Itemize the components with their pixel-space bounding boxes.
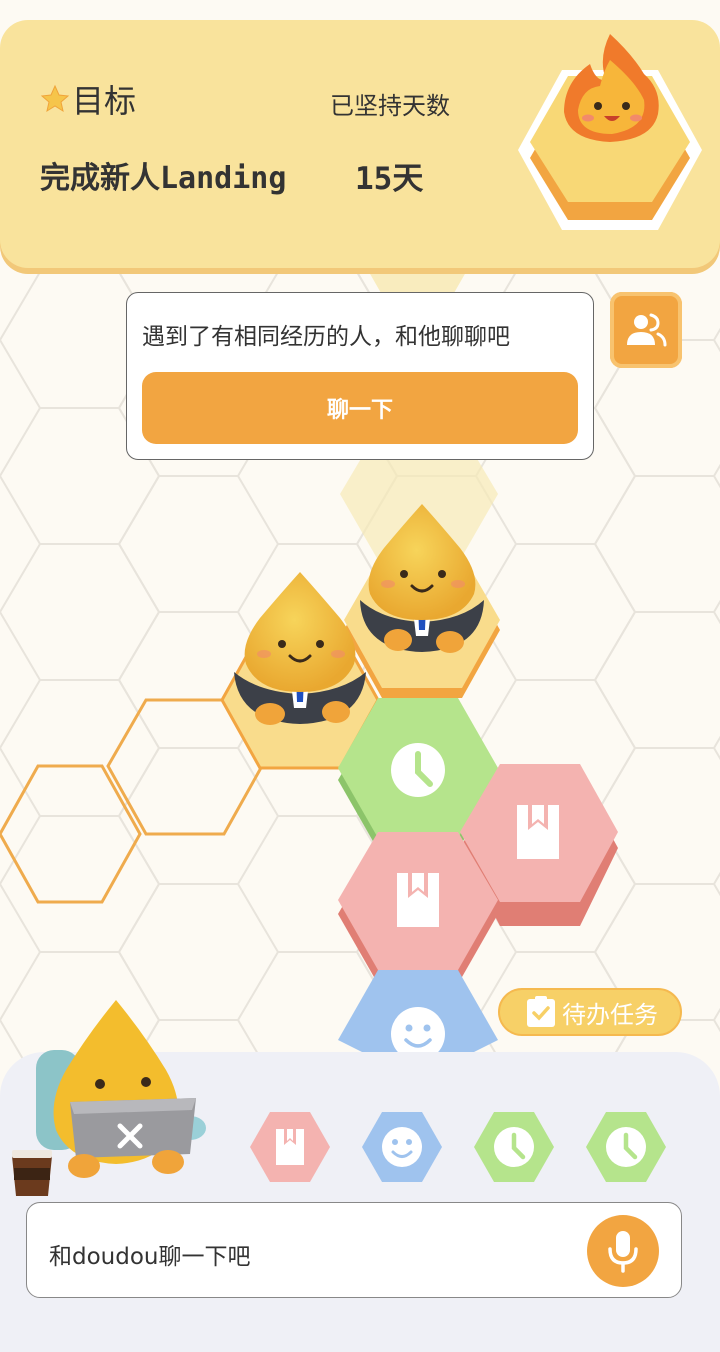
- microphone-icon: [608, 1231, 638, 1273]
- chat-input-placeholder[interactable]: 和doudou聊一下吧: [49, 1237, 251, 1271]
- clock-icon: [494, 1127, 534, 1167]
- voice-input-button[interactable]: [587, 1215, 659, 1287]
- goal-text: 完成新人Landing: [40, 161, 287, 196]
- coffee-cup-icon: [12, 1150, 52, 1196]
- chat-input-bar[interactable]: 和doudou聊一下吧: [26, 1202, 682, 1298]
- people-icon: [627, 313, 667, 347]
- todo-tasks-button[interactable]: 待办任务: [498, 988, 682, 1036]
- days-label: 已坚持天数: [330, 92, 450, 120]
- star-icon: [40, 84, 70, 113]
- days-value: 15天: [355, 161, 424, 197]
- bookmark-icon: [517, 805, 559, 859]
- doudou-laptop-mascot: [12, 1000, 206, 1196]
- clock-icon: [391, 743, 445, 797]
- quick-action-clock[interactable]: [584, 1110, 668, 1184]
- goal-title-row: 目标: [40, 76, 136, 122]
- bookmark-icon: [276, 1129, 304, 1165]
- smile-icon: [382, 1127, 422, 1167]
- start-chat-button[interactable]: 聊一下: [142, 372, 578, 444]
- quick-action-smile[interactable]: [360, 1110, 444, 1184]
- goal-title: 目标: [72, 82, 137, 120]
- quick-action-bookmark[interactable]: [248, 1110, 332, 1184]
- flame-mascot-icon: [518, 34, 702, 230]
- quick-action-clock[interactable]: [472, 1110, 556, 1184]
- match-prompt-text: 遇到了有相同经历的人，和他聊聊吧: [142, 324, 510, 350]
- clock-icon: [606, 1127, 646, 1167]
- todo-tasks-label: 待办任务: [562, 1000, 658, 1029]
- checklist-icon: [527, 996, 555, 1027]
- contacts-button[interactable]: [610, 292, 682, 368]
- bookmark-icon: [397, 873, 439, 927]
- match-prompt-card: 遇到了有相同经历的人，和他聊聊吧 聊一下: [126, 292, 594, 460]
